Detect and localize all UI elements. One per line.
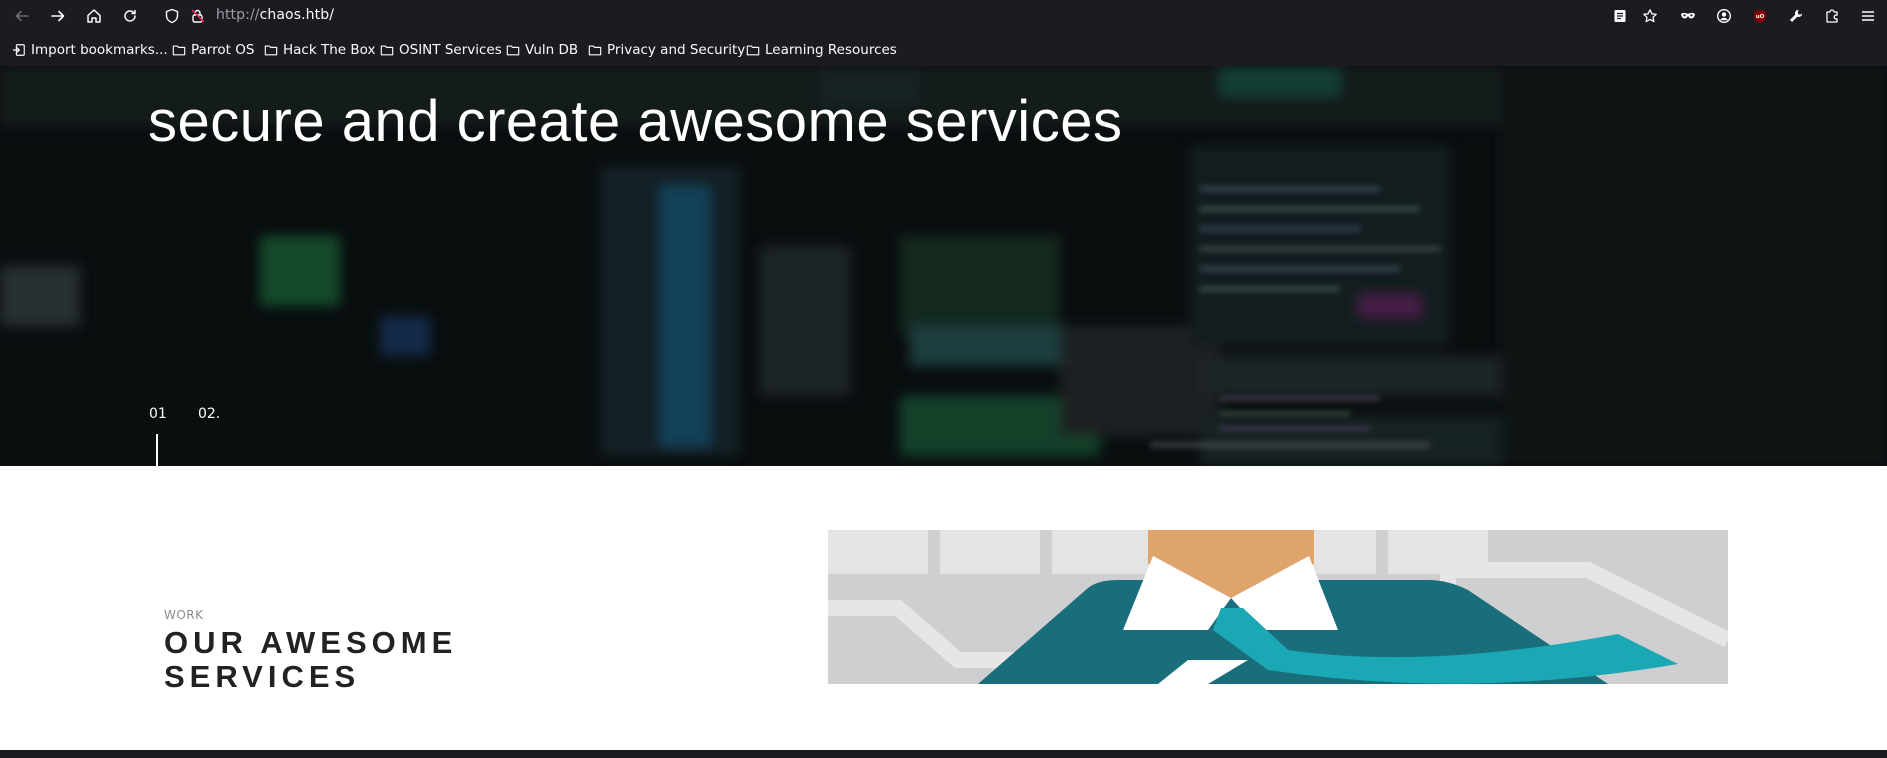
shield-icon <box>165 8 179 24</box>
url-text[interactable]: http://chaos.htb/ <box>216 7 334 23</box>
star-icon <box>1643 9 1657 23</box>
reload-icon <box>124 9 136 22</box>
account-button[interactable] <box>1712 4 1736 28</box>
insecure-lock-icon <box>191 9 205 23</box>
reader-view-button[interactable] <box>1608 4 1632 28</box>
ublock-button[interactable]: uO <box>1748 4 1772 28</box>
bookmark-vuln-db[interactable]: Vuln DB <box>506 42 578 58</box>
forward-arrow-icon <box>51 10 65 22</box>
bookmarks-toolbar: Import bookmarks... Parrot OS Hack The B… <box>0 36 1887 66</box>
mask-icon <box>1681 12 1695 19</box>
bookmark-label: Learning Resources <box>765 42 897 58</box>
hamburger-menu-icon <box>1861 11 1875 21</box>
slide-indicator-1[interactable]: 01 <box>149 406 167 422</box>
url-host: chaos.htb/ <box>259 7 335 23</box>
extensions-button[interactable] <box>1820 4 1844 28</box>
back-button[interactable] <box>10 4 34 28</box>
bookmark-label: Vuln DB <box>525 42 579 58</box>
folder-icon <box>746 45 760 56</box>
app-menu-button[interactable] <box>1856 4 1880 28</box>
folder-icon <box>588 45 602 56</box>
ublock-origin-icon: uO <box>1754 9 1766 23</box>
url-bar[interactable]: http://chaos.htb/ <box>156 0 1668 32</box>
bookmark-osint-services[interactable]: OSINT Services <box>380 42 502 58</box>
tools-button[interactable] <box>1784 4 1808 28</box>
folder-icon <box>506 45 520 56</box>
hero-title: secure and create awesome services <box>148 89 1123 154</box>
bookmark-learning-resources[interactable]: Learning Resources <box>746 42 897 58</box>
puzzle-piece-icon <box>1826 9 1838 23</box>
slide-indicator-2[interactable]: 02. <box>198 406 220 422</box>
bookmark-star-button[interactable] <box>1638 4 1662 28</box>
folder-icon <box>264 45 278 56</box>
wrench-icon <box>1790 9 1803 22</box>
import-icon <box>12 44 25 56</box>
bookmark-label: Import bookmarks... <box>31 42 168 58</box>
active-slide-line <box>156 434 158 466</box>
home-icon <box>87 9 101 23</box>
tracking-protection-button[interactable] <box>160 4 184 28</box>
back-arrow-icon <box>15 10 29 22</box>
hero-slider: secure and create awesome services 01 02… <box>0 66 1887 466</box>
bookmark-label: Privacy and Security <box>607 42 746 58</box>
private-mask-button[interactable] <box>1676 4 1700 28</box>
folder-icon <box>380 45 394 56</box>
web-page: secure and create awesome services 01 02… <box>0 66 1887 750</box>
account-icon <box>1716 8 1732 24</box>
site-info-button[interactable] <box>186 4 210 28</box>
folder-icon <box>172 45 186 56</box>
section-kicker: WORK <box>164 608 204 622</box>
bookmark-import[interactable]: Import bookmarks... <box>12 42 168 58</box>
bookmark-privacy-and-security[interactable]: Privacy and Security <box>588 42 745 58</box>
bookmark-label: Hack The Box <box>283 42 376 58</box>
bookmark-label: Parrot OS <box>191 42 255 58</box>
url-scheme: http:// <box>216 7 260 23</box>
home-button[interactable] <box>82 4 106 28</box>
svg-text:uO: uO <box>1756 14 1765 20</box>
reload-button[interactable] <box>118 4 142 28</box>
bookmark-parrot-os[interactable]: Parrot OS <box>172 42 254 58</box>
browser-toolbar: http://chaos.htb/ uO <box>0 0 1887 32</box>
bookmark-hack-the-box[interactable]: Hack The Box <box>264 42 375 58</box>
section-title: OUR AWESOME SERVICES <box>164 625 458 694</box>
forward-button[interactable] <box>46 4 70 28</box>
reader-view-icon <box>1614 10 1626 22</box>
services-illustration <box>828 530 1728 684</box>
bookmark-label: OSINT Services <box>399 42 502 58</box>
